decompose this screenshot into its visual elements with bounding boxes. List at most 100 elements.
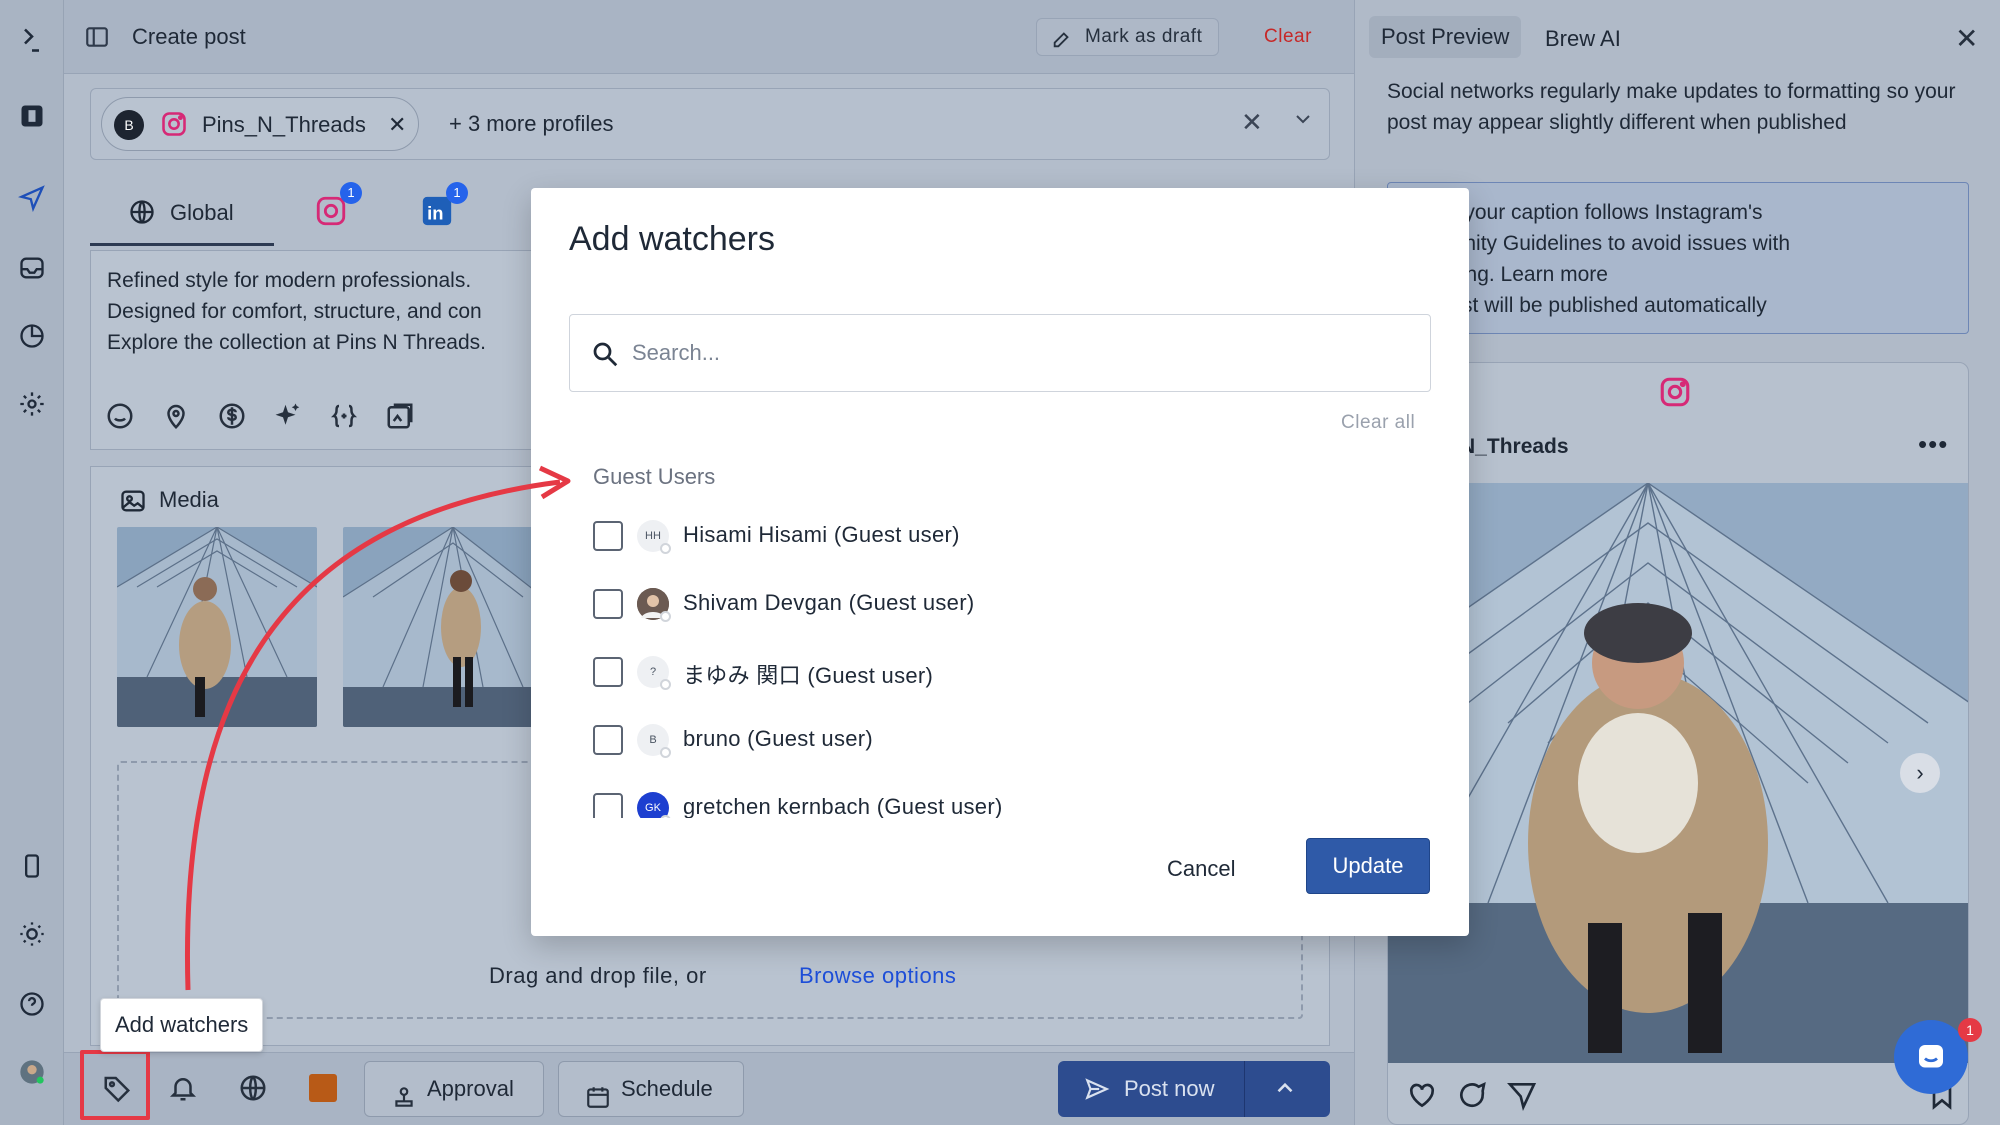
clear-all-link[interactable]: Clear all [1341,412,1415,434]
search-field[interactable] [569,314,1431,392]
avatar: GK [637,792,671,818]
logo-icon[interactable] [14,22,50,58]
update-button[interactable]: Update [1306,838,1430,894]
mark-as-draft-label: Mark as draft [1085,26,1203,47]
post-now-button[interactable]: Post now [1058,1061,1330,1117]
avatar [637,588,671,622]
add-watchers-modal: Add watchers Clear all Guest Users HH Hi… [531,188,1469,936]
avatar: HH [637,520,671,554]
user-approval-icon [391,1076,417,1107]
avatar: ? [637,656,671,690]
user-checkbox[interactable] [593,521,623,551]
mobile-icon[interactable] [14,848,50,884]
user-row[interactable]: Shivam Devgan (Guest user) [593,576,1413,630]
ai-image-icon[interactable] [385,401,417,433]
send-icon[interactable] [14,180,50,216]
schedule-button[interactable]: Schedule [558,1061,744,1117]
sun-icon[interactable] [14,916,50,952]
preview-info-box: nsure your caption follows Instagram's o… [1387,182,1969,334]
notification-badge: 1 [446,182,468,204]
clear-button[interactable]: Clear [1264,26,1312,48]
chevron-down-icon[interactable] [1291,107,1315,131]
sparkle-icon[interactable] [273,401,305,433]
inbox-icon[interactable] [14,250,50,286]
avatar[interactable] [14,1054,50,1090]
mark-as-draft-button[interactable]: Mark as draft [1036,18,1220,56]
media-thumbnail[interactable] [117,527,317,727]
remove-profile-icon[interactable]: ✕ [388,112,406,138]
calendar-icon [585,1076,611,1108]
close-icon[interactable]: ✕ [1955,22,1978,55]
settings-icon[interactable] [14,386,50,422]
instagram-icon [160,110,188,138]
emoji-icon[interactable] [105,401,137,433]
tab-linkedin[interactable]: in 1 [420,182,468,228]
share-icon[interactable] [1506,1079,1540,1113]
tab-post-preview[interactable]: Post Preview [1369,16,1522,58]
globe-icon[interactable] [238,1073,270,1105]
next-image-button[interactable]: › [1900,753,1940,793]
user-row[interactable]: GK gretchen kernbach (Guest user) [593,780,1413,818]
chat-badge: 1 [1958,1018,1982,1042]
post-now-label: Post now [1124,1076,1215,1101]
tab-instagram[interactable]: 1 [314,182,362,228]
user-row[interactable]: ? まゆみ 関口 (Guest user) [593,644,1413,698]
user-row[interactable]: B bruno (Guest user) [593,712,1413,766]
cancel-button[interactable]: Cancel [1167,856,1235,882]
group-label: Guest Users [593,464,716,489]
media-title: Media [159,487,219,512]
user-row[interactable]: HH Hisami Hisami (Guest user) [593,508,1413,562]
user-checkbox[interactable] [593,793,623,818]
clear-profiles-icon[interactable]: ✕ [1241,107,1263,138]
post-actions [1406,1079,1966,1113]
profile-chip[interactable]: B Pins_N_Threads ✕ [101,97,419,151]
color-label-swatch[interactable] [309,1074,337,1102]
instagram-icon [1658,375,1692,409]
user-name: まゆみ 関口 (Guest user) [683,663,934,688]
more-profiles-link[interactable]: + 3 more profiles [449,111,613,137]
profile-selector[interactable]: B Pins_N_Threads ✕ + 3 more profiles ✕ [90,88,1330,160]
user-checkbox[interactable] [593,657,623,687]
browse-options-link[interactable]: Browse options [799,963,956,989]
chevron-up-icon[interactable] [1272,1075,1298,1101]
user-checkbox[interactable] [593,725,623,755]
drop-text: Drag and drop file, or [489,963,707,988]
chat-icon [1919,1045,1943,1068]
caption-text[interactable]: Refined style for modern professionals. … [107,265,486,358]
send-icon [1084,1076,1110,1102]
search-input[interactable] [632,335,1392,371]
preview-photo [1388,483,1968,1063]
variable-icon[interactable] [329,401,361,433]
bell-highlight-box [80,1050,150,1120]
user-name: Hisami Hisami (Guest user) [683,522,960,547]
panel-toggle-icon[interactable] [84,24,110,50]
search-icon [590,339,620,369]
more-options-icon[interactable]: ••• [1918,429,1948,460]
profile-avatar: B [114,110,144,140]
preview-note: Social networks regularly make updates t… [1387,80,1956,134]
profile-name: Pins_N_Threads [202,112,366,137]
help-icon[interactable] [14,986,50,1022]
tab-global[interactable]: Global [90,180,274,246]
user-list: HH Hisami Hisami (Guest user) Shivam Dev… [593,508,1413,818]
page-title: Create post [132,24,246,49]
approval-button[interactable]: Approval [364,1061,544,1117]
dollar-icon[interactable] [217,401,249,433]
chat-support-button[interactable] [1894,1020,1968,1094]
modal-title: Add watchers [569,220,775,258]
user-checkbox[interactable] [593,589,623,619]
editor-footer: Approval Schedule Post now [64,1052,1354,1125]
editor-header: Create post Mark as draft Clear [64,0,1354,74]
button-divider [1244,1061,1245,1117]
media-thumbnail[interactable] [343,527,543,727]
analytics-icon[interactable] [14,318,50,354]
book-icon[interactable] [14,98,50,134]
comment-icon[interactable] [1456,1079,1490,1113]
tab-brew-ai[interactable]: Brew AI [1545,26,1621,52]
bell-icon[interactable] [168,1073,200,1105]
user-name: gretchen kernbach (Guest user) [683,794,1003,818]
add-watchers-tooltip: Add watchers [100,998,264,1052]
heart-icon[interactable] [1406,1079,1440,1113]
tab-global-label: Global [170,200,234,225]
location-icon[interactable] [161,401,193,433]
